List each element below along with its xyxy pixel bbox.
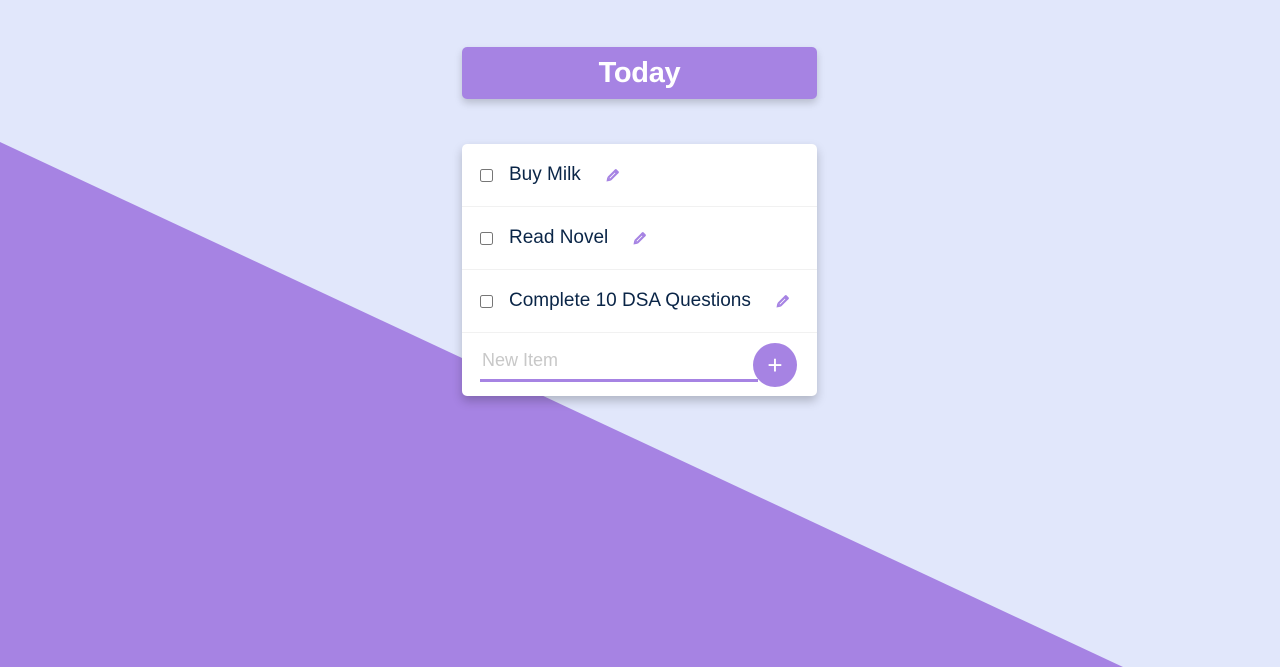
item-label: Complete 10 DSA Questions: [509, 290, 751, 311]
add-item-button[interactable]: +: [753, 343, 797, 387]
item-checkbox[interactable]: [480, 168, 493, 182]
pencil-icon[interactable]: [630, 228, 650, 248]
list-item: Buy Milk: [462, 144, 817, 207]
list-item: Read Novel: [462, 207, 817, 270]
item-checkbox[interactable]: [480, 231, 493, 245]
page-title: Today: [598, 56, 681, 89]
header-box: Today: [462, 47, 817, 99]
pencil-icon[interactable]: [773, 291, 793, 311]
list-item: Complete 10 DSA Questions: [462, 270, 817, 333]
item-label: Buy Milk: [509, 164, 581, 185]
todo-list-card: Buy Milk Read Novel Complete 10 DSA Ques…: [462, 144, 817, 396]
new-item-input[interactable]: [480, 341, 758, 382]
pencil-icon[interactable]: [603, 165, 623, 185]
item-label: Read Novel: [509, 227, 609, 248]
item-checkbox[interactable]: [480, 294, 493, 308]
